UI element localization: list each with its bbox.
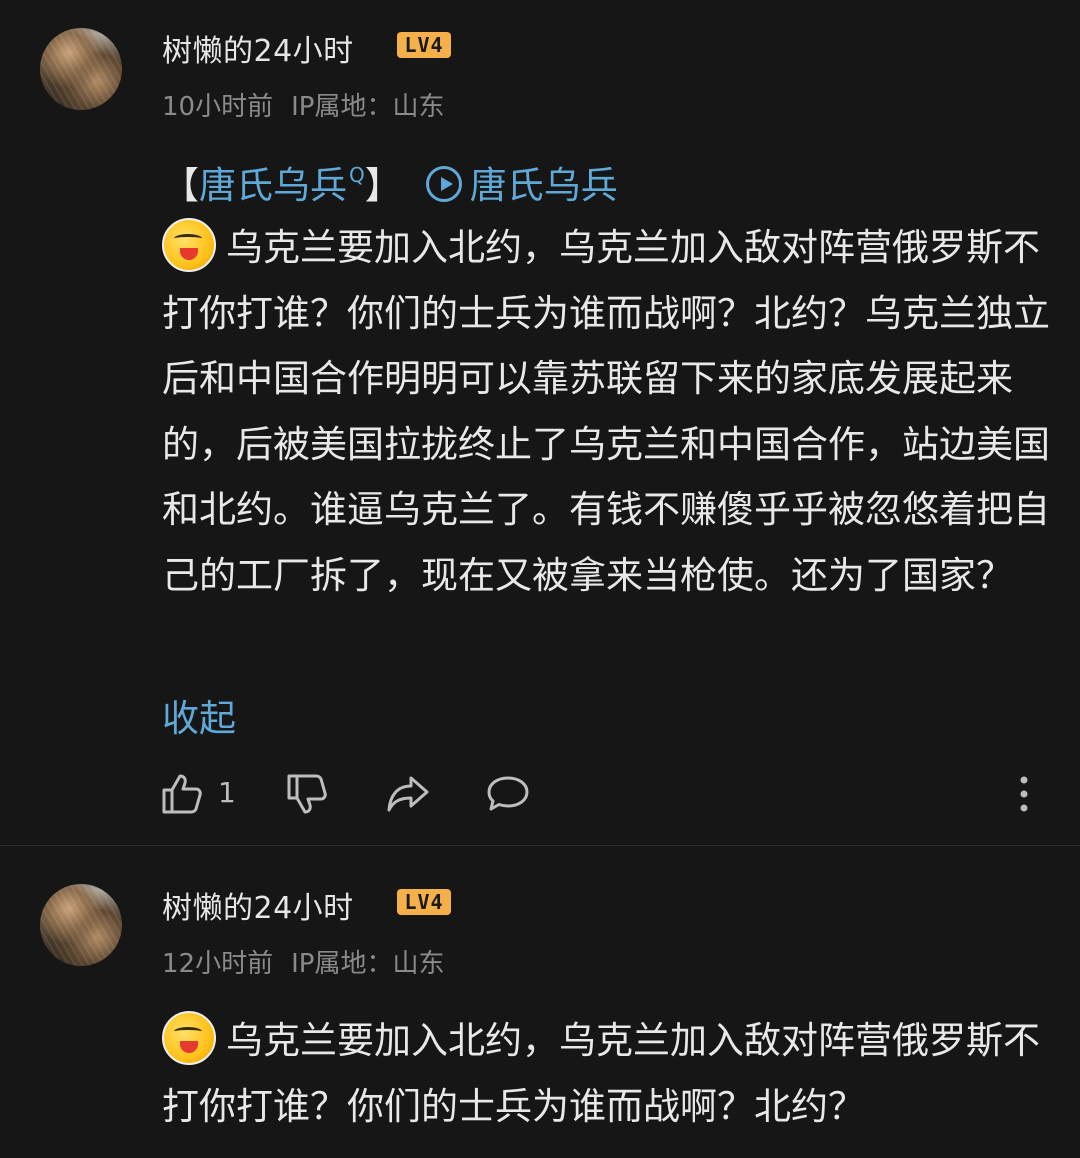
comment-card: 树懒的24小时 LV4 12小时前 IP属地：山东 乌克兰要加入北约，乌克兰加入敌… [0, 846, 1080, 1158]
topic-name: 唐氏乌兵 [199, 164, 347, 207]
username[interactable]: 树懒的24小时 [162, 883, 354, 927]
bracket-close: 】 [364, 164, 402, 207]
action-bar: 1 [160, 770, 1040, 818]
ip-location: IP属地：山东 [291, 949, 445, 979]
comment-meta: 10小时前 IP属地：山东 [162, 86, 444, 123]
thumbs-up-icon[interactable] [160, 772, 204, 820]
bracket-open: 【 [162, 164, 199, 207]
more-vertical-icon[interactable] [1016, 772, 1032, 820]
video-label: 唐氏乌兵 [469, 164, 618, 207]
level-badge: LV4 [397, 889, 451, 915]
emoji-sticker [162, 1011, 216, 1065]
like-count: 1 [218, 776, 236, 809]
comment-icon[interactable] [485, 772, 531, 820]
avatar[interactable] [40, 28, 122, 110]
username[interactable]: 树懒的24小时 [162, 26, 354, 70]
share-icon[interactable] [385, 772, 431, 820]
search-icon: Q [349, 163, 365, 187]
comment-card: 树懒的24小时 LV4 10小时前 IP属地：山东 【唐氏乌兵 Q】 唐氏乌兵 乌克兰… [0, 0, 1080, 846]
comment-text-content: 乌克兰要加入北约，乌克兰加入敌对阵营俄罗斯不打你打谁？你们的士兵为谁而战啊？北约… [162, 226, 1050, 597]
comment-time: 12小时前 [162, 949, 274, 979]
video-link[interactable]: 唐氏乌兵 [425, 164, 618, 207]
topic-row: 【唐氏乌兵 Q】 唐氏乌兵 [162, 155, 618, 209]
avatar[interactable] [40, 884, 122, 966]
comment-time: 10小时前 [162, 92, 274, 122]
comment-text-content: 乌克兰要加入北约，乌克兰加入敌对阵营俄罗斯不打你打谁？你们的士兵为谁而战啊？北约… [162, 1019, 1040, 1128]
comment-text: 乌克兰要加入北约，乌克兰加入敌对阵营俄罗斯不打你打谁？你们的士兵为谁而战啊？北约… [162, 215, 1052, 608]
ip-location: IP属地：山东 [291, 92, 445, 122]
topic-search-link[interactable]: 唐氏乌兵 Q [199, 163, 365, 207]
collapse-link[interactable]: 收起 [162, 688, 236, 742]
play-circle-icon [425, 166, 462, 202]
thumbs-down-icon[interactable] [285, 772, 329, 820]
comment-meta: 12小时前 IP属地：山东 [162, 943, 444, 980]
level-badge: LV4 [397, 32, 451, 58]
emoji-sticker [162, 218, 216, 272]
comment-text: 乌克兰要加入北约，乌克兰加入敌对阵营俄罗斯不打你打谁？你们的士兵为谁而战啊？北约… [162, 1008, 1052, 1139]
